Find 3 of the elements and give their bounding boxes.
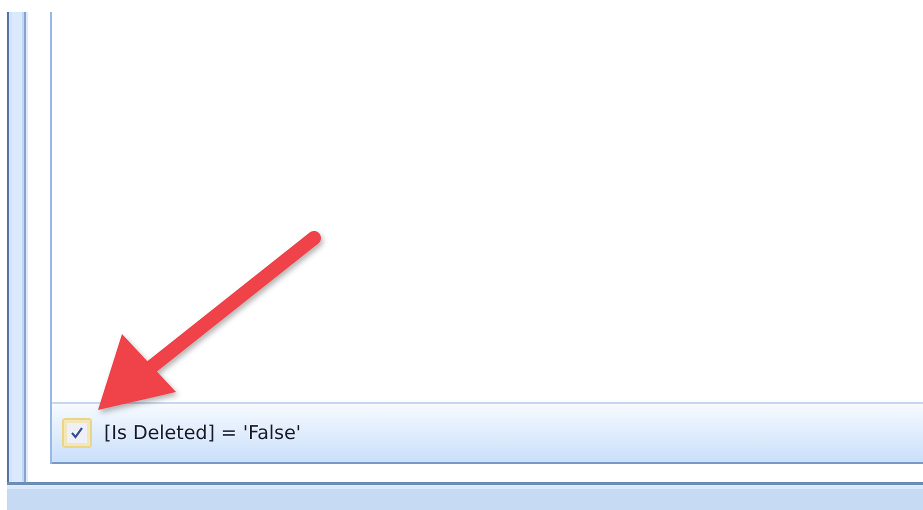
filter-checkbox[interactable] [62, 418, 92, 448]
filter-expression: [Is Deleted] = 'False' [104, 422, 301, 444]
check-icon [70, 426, 84, 440]
